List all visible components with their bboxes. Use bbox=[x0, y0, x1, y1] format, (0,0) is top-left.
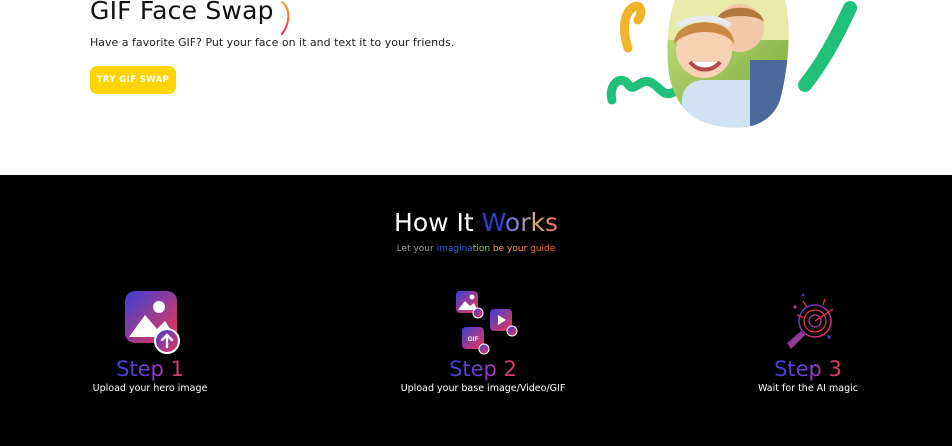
how-it-works-section: How It Works Let your imagination be you… bbox=[0, 175, 952, 446]
how-it-works-title: How It Works bbox=[394, 208, 558, 237]
step-2: GIF Step 2 Upload your base image/Video/… bbox=[383, 287, 583, 394]
step-3: Step 3 Wait for the AI magic bbox=[708, 287, 908, 394]
step-3-title: Step 3 bbox=[774, 357, 842, 381]
step-1-title: Step 1 bbox=[116, 357, 184, 381]
try-gif-swap-button[interactable]: TRY GIF SWAP bbox=[90, 66, 176, 94]
step-2-title: Step 2 bbox=[449, 357, 517, 381]
gif-badge-text: GIF bbox=[468, 336, 479, 343]
hero-title: GIF Face Swap bbox=[90, 0, 274, 25]
step-1: Step 1 Upload your hero image bbox=[50, 287, 250, 394]
ai-magic-icon bbox=[708, 287, 908, 357]
hero-subtitle: Have a favorite GIF? Put your face on it… bbox=[90, 36, 455, 49]
swoosh-decoration-icon bbox=[281, 1, 290, 35]
upload-base-media-icon: GIF bbox=[383, 287, 583, 357]
step-1-description: Upload your hero image bbox=[92, 383, 208, 394]
step-2-description: Upload your base image/Video/GIF bbox=[400, 383, 566, 394]
hero-photo-illustration bbox=[606, 0, 857, 128]
how-it-works-subtitle: Let your imagination be your guide bbox=[396, 244, 556, 254]
step-3-description: Wait for the AI magic bbox=[758, 383, 858, 394]
hero-section: GIF Face Swap Have a favorite GIF? Put y… bbox=[0, 0, 952, 175]
upload-hero-image-icon bbox=[50, 287, 250, 357]
